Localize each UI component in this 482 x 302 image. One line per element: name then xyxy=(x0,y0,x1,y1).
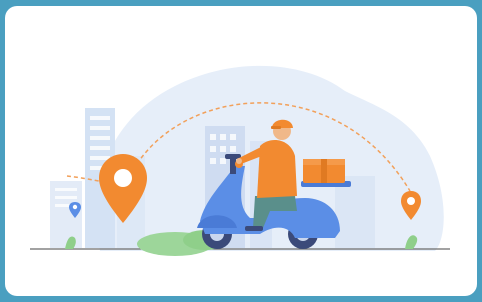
delivery-box-icon xyxy=(303,159,345,183)
delivery-illustration xyxy=(30,65,450,256)
illustration-card xyxy=(5,6,477,296)
